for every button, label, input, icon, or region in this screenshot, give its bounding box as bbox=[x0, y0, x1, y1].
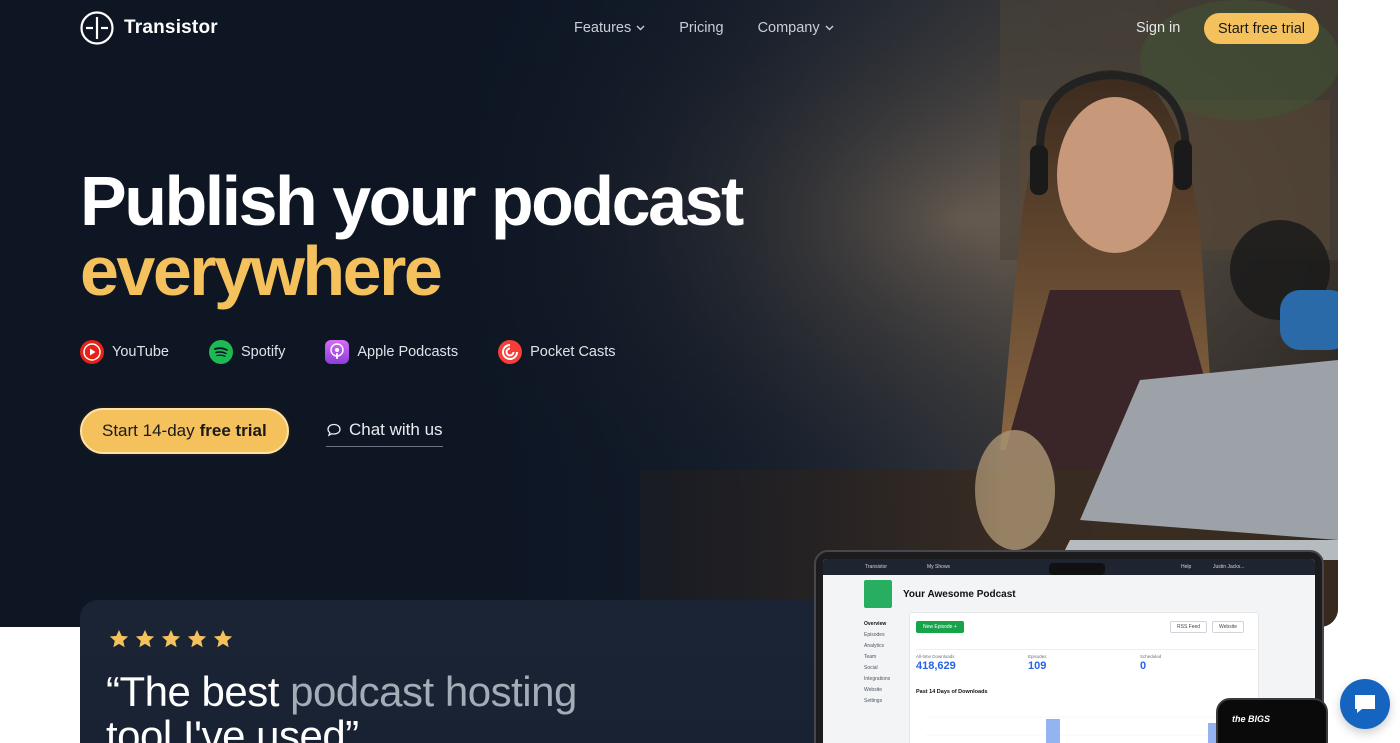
nav-label: Company bbox=[757, 20, 820, 36]
hero-section bbox=[0, 0, 1338, 627]
stat-label: All-time Downloads bbox=[916, 654, 955, 659]
app-help: Help bbox=[1181, 564, 1192, 570]
star-icon bbox=[135, 629, 155, 648]
platform-spotify: Spotify bbox=[208, 340, 286, 364]
sidebar-item: Social bbox=[864, 665, 878, 671]
quote-line-2: tool I've used” bbox=[106, 712, 359, 743]
stat-value: 418,629 bbox=[916, 660, 956, 672]
start-trial-cta-button[interactable]: Start 14-day free trial bbox=[80, 408, 289, 454]
rss-feed-button: RSS Feed bbox=[1170, 621, 1208, 633]
star-icon bbox=[213, 629, 233, 648]
phone-text: the BIGS bbox=[1232, 714, 1271, 724]
nav-item-pricing[interactable]: Pricing bbox=[679, 20, 723, 36]
stat-label: Episodes bbox=[1028, 654, 1047, 659]
nav-links: Features Pricing Company bbox=[574, 20, 834, 36]
hero-headline: Publish your podcast everywhere bbox=[80, 162, 744, 310]
new-episode-button: New Episode + bbox=[916, 621, 964, 633]
stat-episodes: Episodes 109 bbox=[1028, 654, 1047, 672]
quote-dim: podcast hosting bbox=[290, 668, 577, 715]
app-my-shows: My Shows bbox=[927, 564, 951, 570]
headline-line-1: Publish your podcast bbox=[80, 162, 744, 240]
website-button: Website bbox=[1212, 621, 1244, 633]
sidebar-item: Team bbox=[864, 654, 877, 660]
nav-label: Pricing bbox=[679, 20, 724, 36]
sidebar-item: Analytics bbox=[864, 643, 885, 649]
platform-label: Pocket Casts bbox=[530, 344, 616, 360]
spotify-icon bbox=[208, 340, 233, 364]
cta-bold: free trial bbox=[199, 421, 267, 440]
app-user: Justin Jacks... bbox=[1213, 564, 1245, 570]
chat-label: Chat with us bbox=[349, 420, 443, 439]
chart-bar bbox=[1046, 719, 1060, 743]
sidebar-item: Episodes bbox=[864, 632, 885, 638]
chart-title: Past 14 Days of Downloads bbox=[916, 689, 988, 695]
nav-item-features[interactable]: Features bbox=[574, 20, 645, 36]
platform-youtube: YouTube bbox=[80, 340, 169, 364]
testimonial-quote: “The best podcast hosting tool I've used… bbox=[106, 670, 577, 743]
nav-item-company[interactable]: Company bbox=[758, 20, 834, 36]
platform-label: Spotify bbox=[240, 344, 286, 360]
app-stats: All-time Downloads 418,629 Episodes 109 … bbox=[916, 649, 1256, 672]
platform-apple-podcasts: Apple Podcasts bbox=[325, 340, 458, 364]
pocket-casts-icon bbox=[498, 340, 523, 364]
stat-downloads: All-time Downloads 418,629 bbox=[916, 654, 956, 672]
sidebar-item: Integrations bbox=[864, 676, 891, 682]
testimonial-card: “The best podcast hosting tool I've used… bbox=[80, 600, 860, 743]
platform-label: Apple Podcasts bbox=[357, 344, 459, 360]
stat-label: Scheduled bbox=[1140, 654, 1162, 659]
app-overview-panel: New Episode + RSS Feed Website All-time … bbox=[909, 612, 1259, 743]
chevron-down-icon bbox=[825, 25, 834, 31]
app-preview-phone: the BIGS bbox=[1216, 698, 1328, 743]
rating-stars bbox=[108, 628, 234, 650]
start-free-trial-button[interactable]: Start free trial bbox=[1204, 13, 1320, 44]
star-icon bbox=[109, 629, 129, 648]
app-brand: Transistor bbox=[865, 564, 888, 570]
apple-podcasts-icon bbox=[325, 340, 350, 364]
headline-line-2: everywhere bbox=[80, 232, 443, 310]
top-navigation: Transistor Features Pricing Company Sign… bbox=[0, 0, 1400, 58]
sidebar-item: Website bbox=[864, 687, 882, 693]
star-icon bbox=[161, 629, 181, 648]
sidebar-item: Settings bbox=[864, 698, 883, 704]
brand-name: Transistor bbox=[124, 17, 218, 38]
platform-label: YouTube bbox=[112, 344, 169, 360]
star-icon bbox=[187, 629, 207, 648]
chat-icon bbox=[1355, 695, 1375, 713]
app-podcast-title: Your Awesome Podcast bbox=[903, 589, 1016, 600]
cta-prefix: Start 14-day bbox=[102, 421, 195, 440]
platform-pocket-casts: Pocket Casts bbox=[498, 340, 616, 364]
laptop-notch bbox=[1049, 563, 1105, 575]
stat-scheduled: Scheduled 0 bbox=[1140, 654, 1161, 672]
downloads-mini-chart bbox=[926, 716, 1256, 743]
sidebar-item: Overview bbox=[864, 621, 887, 627]
chevron-down-icon bbox=[636, 25, 645, 31]
quote-bright: “The best bbox=[106, 668, 291, 715]
sign-in-link[interactable]: Sign in bbox=[1136, 20, 1180, 36]
youtube-icon bbox=[80, 340, 104, 364]
chat-with-us-link[interactable]: Chat with us bbox=[326, 420, 443, 447]
brand-logo[interactable]: Transistor bbox=[80, 11, 218, 45]
platform-list: YouTube Spotify Apple Podcasts Pocket Ca… bbox=[80, 340, 616, 364]
app-sidebar-items: Overview Episodes Analytics Team Social … bbox=[864, 619, 890, 707]
transistor-logo-icon bbox=[80, 11, 114, 45]
chat-bubble-icon bbox=[327, 423, 341, 437]
stat-value: 0 bbox=[1140, 660, 1147, 672]
podcast-cover-art bbox=[864, 580, 892, 608]
nav-label: Features bbox=[574, 20, 632, 36]
stat-value: 109 bbox=[1028, 660, 1047, 672]
chat-widget-button[interactable] bbox=[1340, 679, 1390, 729]
hero-gradient-overlay bbox=[0, 0, 1338, 627]
